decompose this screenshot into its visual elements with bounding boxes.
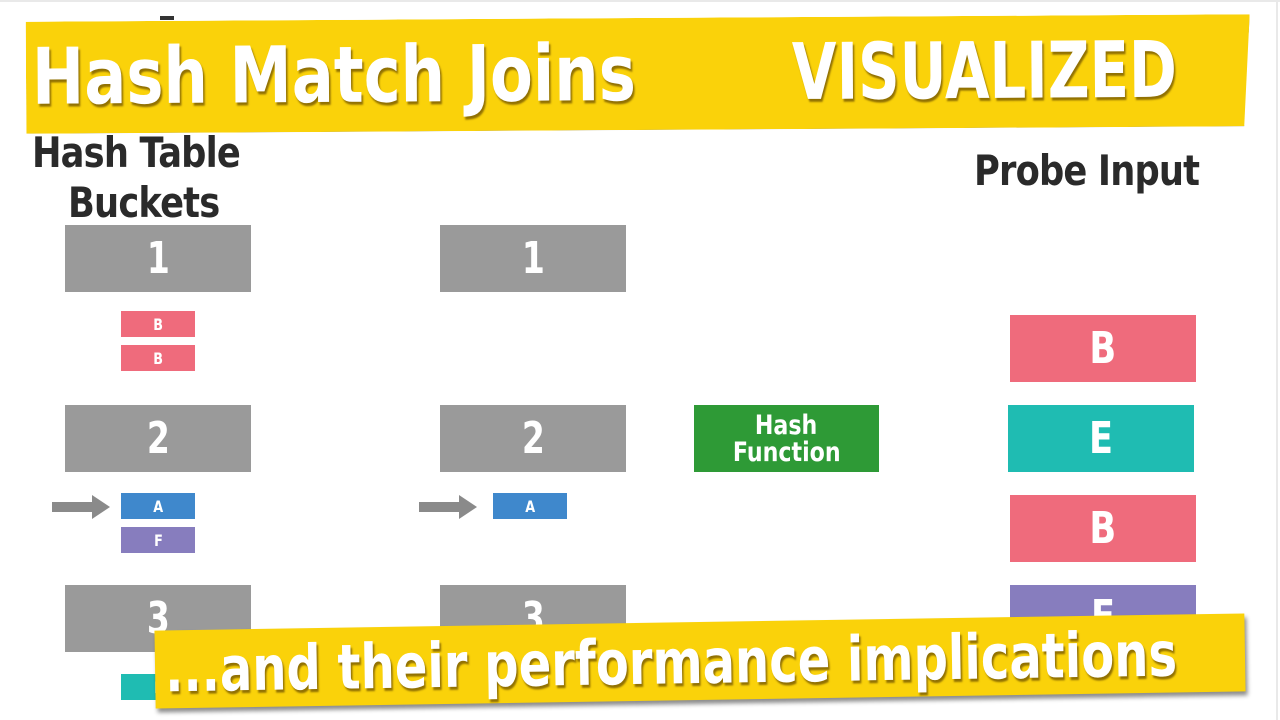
hash-function-line1: Hash: [755, 409, 818, 441]
probe-input-heading: Probe Input: [974, 146, 1200, 195]
left-pointer-arrow-icon: [52, 495, 110, 519]
hash-function-box: Hash Function: [694, 405, 879, 472]
left-bucket-1: 1: [65, 225, 251, 292]
bucket-label: 2: [521, 413, 545, 464]
subtitle-text: ...and their performance implications: [164, 617, 1178, 706]
bucket-label: 1: [521, 233, 545, 284]
title-text-accent: VISUALIZED: [791, 25, 1178, 119]
middle-bucket-1: 1: [440, 225, 626, 292]
left-bucket-1-row-1: B: [121, 311, 195, 337]
left-bucket-1-row-2: B: [121, 345, 195, 371]
row-label: B: [1089, 323, 1117, 374]
left-bucket-2: 2: [65, 405, 251, 472]
subtitle-banner: ...and their performance implications: [154, 613, 1246, 709]
row-label: B: [1089, 503, 1117, 554]
row-label: A: [153, 496, 163, 516]
middle-pointer-arrow-icon: [419, 495, 477, 519]
decorative-mark: [160, 16, 174, 20]
frame-top-line: [0, 0, 1280, 2]
bucket-label: 2: [146, 413, 170, 464]
row-label: B: [153, 348, 163, 368]
middle-bucket-2-row-1: A: [493, 493, 567, 519]
hash-table-heading-line1: Hash Table: [32, 128, 241, 177]
hash-function-line2: Function: [732, 436, 841, 468]
row-label: F: [153, 530, 163, 550]
probe-row-2: E: [1008, 405, 1194, 472]
hash-table-heading-line2: Buckets: [68, 178, 220, 227]
frame-right-line: [1276, 0, 1278, 720]
probe-row-3: B: [1010, 495, 1196, 562]
row-label: B: [153, 314, 163, 334]
bucket-label: 1: [146, 233, 170, 284]
row-label: A: [525, 496, 535, 516]
probe-row-1: B: [1010, 315, 1196, 382]
middle-bucket-2: 2: [440, 405, 626, 472]
title-banner: Hash Match Joins VISUALIZED: [26, 14, 1251, 133]
left-bucket-2-row-1: A: [121, 493, 195, 519]
row-label: E: [1088, 413, 1114, 464]
hash-table-heading: Hash Table Buckets: [32, 132, 280, 224]
left-bucket-2-row-2: F: [121, 527, 195, 553]
title-text-main: Hash Match Joins: [31, 29, 637, 123]
